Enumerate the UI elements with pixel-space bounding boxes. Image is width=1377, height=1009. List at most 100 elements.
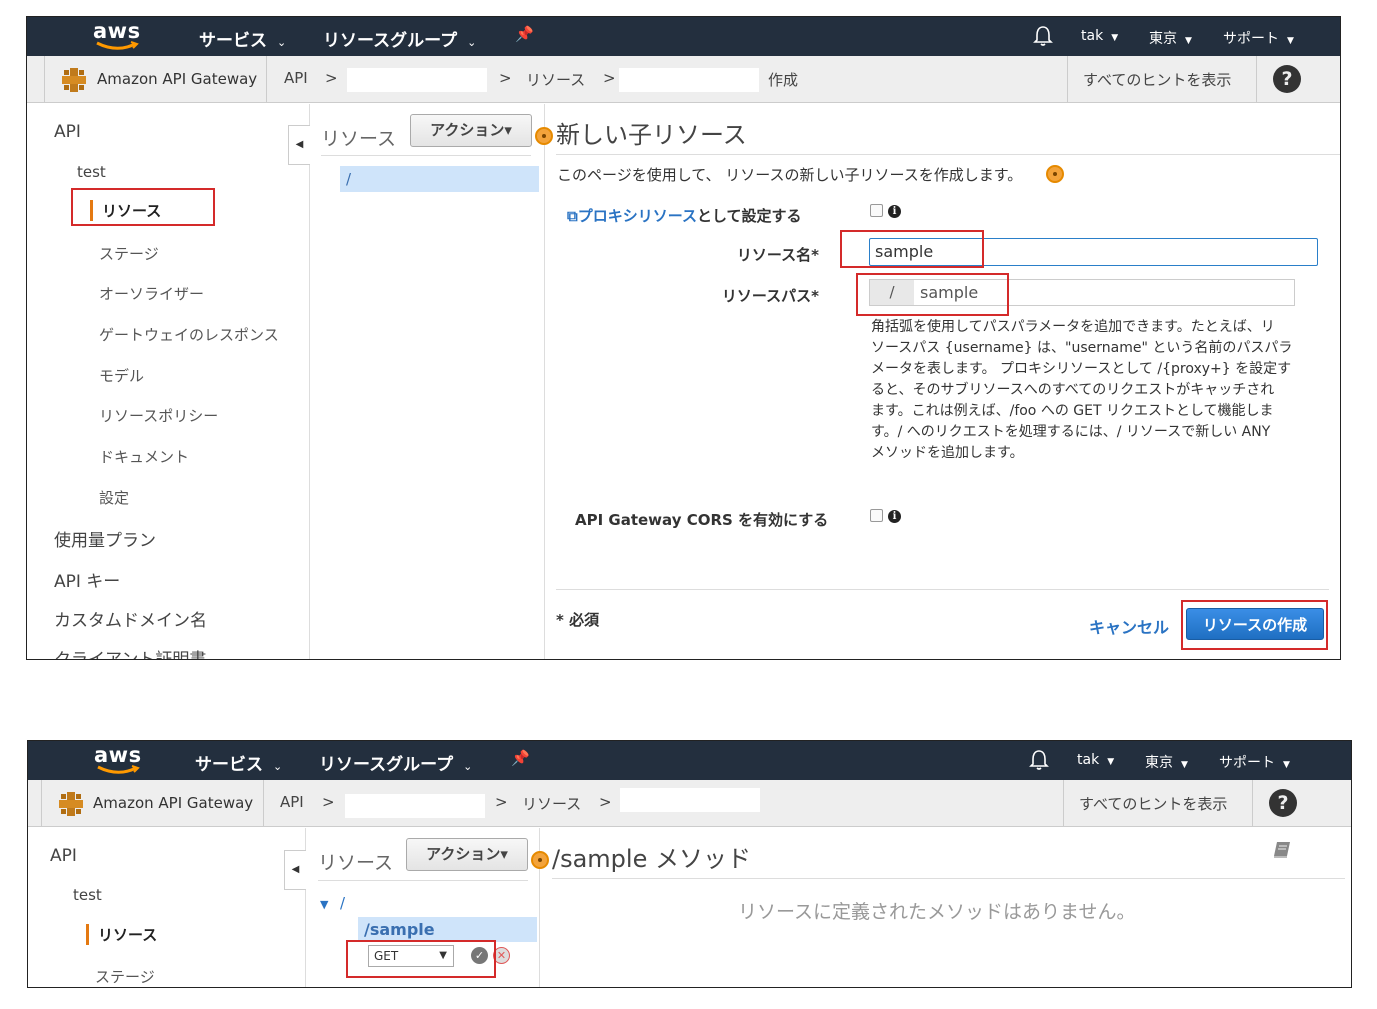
divider	[1256, 56, 1257, 102]
collapse-icon[interactable]: ◀	[284, 850, 306, 890]
sidebar-api-test[interactable]: test	[77, 163, 106, 181]
expand-caret-icon[interactable]: ▼	[320, 898, 328, 911]
sidebar-item-stages[interactable]: ステージ	[95, 966, 155, 987]
bell-icon[interactable]	[1033, 25, 1053, 47]
api-gateway-logo-icon	[62, 68, 86, 92]
breadcrumb-resources[interactable]: リソース	[526, 69, 585, 90]
hint-icon[interactable]	[1046, 165, 1064, 183]
resource-name-label: リソース名*	[736, 246, 819, 264]
sidebar-item-authorizers[interactable]: オーソライザー	[99, 283, 204, 304]
info-icon[interactable]: i	[888, 205, 901, 218]
cors-checkbox[interactable]	[870, 509, 883, 522]
pin-icon[interactable]: 📌	[515, 25, 534, 43]
page-description: このページを使用して、 リソースの新しい子リソースを作成します。	[557, 166, 1023, 184]
nav-region[interactable]: 東京 ▼	[1145, 752, 1188, 772]
sidebar-item-documentation[interactable]: ドキュメント	[99, 446, 189, 467]
breadcrumb-api-name-redacted[interactable]	[347, 68, 487, 92]
sidebar-item-resource-policy[interactable]: リソースポリシー	[99, 405, 218, 426]
collapse-icon[interactable]: ◀	[288, 125, 310, 165]
divider	[44, 56, 45, 102]
service-name-link[interactable]: Amazon API Gateway	[93, 794, 253, 812]
divider	[318, 880, 528, 881]
show-hints-link[interactable]: すべてのヒントを表示	[1079, 793, 1227, 814]
service-bar: Amazon API Gateway API > > リソース > 作成 すべて…	[27, 56, 1340, 103]
info-icon[interactable]: i	[888, 510, 901, 523]
highlight-box	[856, 273, 1009, 316]
book-icon[interactable]	[1272, 840, 1292, 860]
nav-resource-groups[interactable]: リソースグループ ⌄	[319, 750, 472, 775]
divider	[1252, 780, 1253, 826]
help-icon[interactable]: ?	[1273, 65, 1301, 93]
nav-support[interactable]: サポート ▼	[1219, 752, 1290, 772]
proxy-resource-checkbox[interactable]	[870, 204, 883, 217]
sidebar-api[interactable]: API	[54, 122, 81, 142]
sidebar-api-test[interactable]: test	[73, 886, 102, 904]
breadcrumb-create: 作成	[768, 71, 799, 89]
sidebar-api[interactable]: API	[50, 846, 77, 866]
breadcrumb-separator: >	[603, 69, 616, 87]
sidebar-client-certs[interactable]: クライアント証明書	[54, 645, 206, 659]
nav-user[interactable]: tak ▼	[1077, 752, 1114, 768]
show-hints-link[interactable]: すべてのヒントを表示	[1083, 69, 1231, 90]
breadcrumb-resource-redacted[interactable]	[619, 68, 759, 92]
divider	[1067, 56, 1068, 102]
actions-dropdown-button[interactable]: アクション▾	[410, 114, 532, 147]
hint-icon[interactable]	[535, 127, 553, 145]
resources-panel-title: リソース	[318, 852, 394, 874]
sidebar-item-gateway-responses[interactable]: ゲートウェイのレスポンス	[99, 324, 279, 345]
tree-item-root[interactable]: /	[340, 166, 539, 192]
cors-label: API Gateway CORS を有効にする	[575, 511, 829, 529]
pin-icon[interactable]: 📌	[511, 749, 530, 767]
breadcrumb-separator: >	[499, 69, 512, 87]
cancel-button[interactable]: キャンセル	[1089, 614, 1169, 638]
screenshot-create-resource: aws サービス ⌄ リソースグループ ⌄ 📌 tak ▼ 東京 ▼ サポート ▼ Ama…	[26, 16, 1341, 660]
resource-path-help-text: 角括弧を使用してパスパラメータを追加できます。たとえば、リ ソースパス {use…	[871, 319, 1293, 461]
nav-user[interactable]: tak ▼	[1081, 28, 1118, 44]
breadcrumb-resources[interactable]: リソース	[522, 793, 581, 814]
screenshot-resource-methods: aws サービス ⌄ リソースグループ ⌄ 📌 tak ▼ 東京 ▼ サポート ▼ Ama…	[27, 740, 1352, 988]
external-link-icon: ⧉	[567, 207, 578, 225]
sidebar-custom-domains[interactable]: カスタムドメイン名	[54, 606, 207, 631]
nav-services[interactable]: サービス ⌄	[195, 750, 282, 775]
divider	[552, 878, 1345, 879]
chevron-down-icon: ⌄	[273, 760, 283, 773]
divider	[556, 589, 1329, 590]
highlight-box	[346, 940, 496, 978]
sidebar-usage-plans[interactable]: 使用量プラン	[54, 526, 156, 551]
breadcrumb-separator: >	[495, 793, 508, 811]
hint-icon[interactable]	[531, 851, 549, 869]
divider	[321, 155, 531, 156]
nav-support[interactable]: サポート ▼	[1223, 28, 1294, 48]
sidebar-item-models[interactable]: モデル	[99, 365, 144, 386]
bell-icon[interactable]	[1029, 749, 1049, 771]
page-title: 新しい子リソース	[556, 121, 747, 149]
proxy-resource-label: ⧉プロキシリソースとして設定する	[567, 207, 802, 225]
proxy-resource-link[interactable]: プロキシリソース	[578, 207, 697, 225]
sidebar-item-stages[interactable]: ステージ	[99, 243, 159, 264]
nav-region[interactable]: 東京 ▼	[1149, 28, 1192, 48]
breadcrumb-api[interactable]: API	[280, 793, 304, 811]
breadcrumb-api-name-redacted[interactable]	[345, 794, 485, 818]
chevron-down-icon: ⌄	[277, 36, 287, 49]
help-icon[interactable]: ?	[1269, 789, 1297, 817]
sidebar-api-keys[interactable]: API キー	[54, 567, 120, 592]
highlight-box	[840, 230, 984, 268]
actions-dropdown-button[interactable]: アクション▾	[406, 838, 528, 871]
sidebar-item-settings[interactable]: 設定	[99, 487, 129, 508]
chevron-down-icon: ⌄	[467, 36, 477, 49]
nav-resource-groups[interactable]: リソースグループ ⌄	[323, 26, 476, 51]
breadcrumb-separator: >	[599, 793, 612, 811]
aws-logo[interactable]: aws	[89, 19, 149, 53]
breadcrumb-separator: >	[325, 69, 338, 87]
nav-services[interactable]: サービス ⌄	[199, 26, 286, 51]
no-methods-message: リソースに定義されたメソッドはありません。	[738, 901, 1136, 923]
tree-item-sample[interactable]: /sample	[358, 917, 537, 942]
breadcrumb-api[interactable]: API	[284, 69, 308, 87]
breadcrumb-resource-redacted[interactable]	[620, 788, 760, 812]
sidebar-item-resources[interactable]: リソース	[86, 924, 157, 945]
required-note: * 必須	[556, 611, 600, 629]
divider	[1063, 780, 1064, 826]
aws-logo[interactable]: aws	[90, 743, 150, 777]
service-name-link[interactable]: Amazon API Gateway	[97, 70, 257, 88]
tree-item-root[interactable]: /	[340, 894, 345, 912]
